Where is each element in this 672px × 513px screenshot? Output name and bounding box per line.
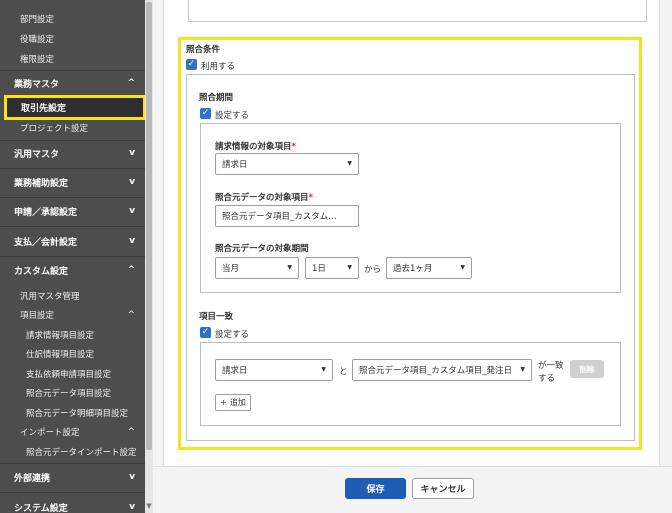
sidebar-item-source-data-import[interactable]: 照合元データインポート設定 (0, 444, 145, 460)
top-field-box (188, 0, 647, 22)
source-field-label: 照合元データの対象項目* (215, 193, 313, 203)
from-text: から (364, 265, 382, 275)
divider (0, 226, 145, 227)
divider (0, 140, 145, 141)
sidebar-item-source-data-fields[interactable]: 照合元データ項目設定 (0, 385, 145, 401)
divider (0, 256, 145, 257)
dropdown-arrow-icon: ▼ (460, 264, 465, 271)
sidebar-section-application-approval[interactable]: 申請／承認設定 v (0, 201, 145, 221)
period-month-select[interactable]: 当月 ▼ (215, 257, 299, 279)
sidebar: 部門設定 役職設定 権限設定 業務マスタ ^ プロジェクト設定 汎用マスタ v … (0, 0, 145, 513)
period-range-select[interactable]: 過去1ヶ月 ▼ (386, 257, 472, 279)
plus-icon: + (220, 398, 227, 407)
sidebar-item-client-settings[interactable]: 取引先設定 (4, 95, 146, 120)
scroll-down-arrow-icon[interactable]: ▼ (145, 502, 153, 510)
item-match-left-select[interactable]: 請求日 ▼ (215, 359, 333, 381)
source-field-select[interactable]: 照合元データ項目_カスタム… (215, 205, 359, 227)
chevron-up-icon: ^ (127, 427, 135, 437)
sidebar-item-source-data-detail-fields[interactable]: 照合元データ明細項目設定 (0, 405, 145, 421)
and-text: と (339, 367, 348, 377)
item-match-right-select[interactable]: 照合元データ項目_カスタム項目_発注日 ▼ (352, 359, 532, 381)
sidebar-item-journal-fields[interactable]: 仕訳情報項目設定 (0, 346, 145, 362)
chevron-down-icon: v (129, 472, 135, 482)
item-match-setting-label: 設定する (215, 330, 250, 340)
source-period-label: 照合元データの対象期間 (215, 244, 309, 254)
invoice-field-select[interactable]: 請求日 ▼ (215, 153, 359, 175)
matching-conditions-title: 照合条件 (186, 45, 221, 55)
match-text-line2: する (538, 374, 556, 384)
chevron-up-icon: ^ (127, 78, 135, 88)
divider (0, 197, 145, 198)
footer-divider (153, 466, 672, 467)
dropdown-arrow-icon: ▼ (287, 264, 292, 271)
chevron-down-icon: v (129, 177, 135, 187)
sidebar-item-import-settings[interactable]: インポート設定 ^ (0, 424, 145, 440)
chevron-up-icon: ^ (127, 310, 135, 320)
sidebar-item-department[interactable]: 部門設定 (0, 11, 145, 27)
chevron-down-icon: v (129, 236, 135, 246)
sidebar-item-permission[interactable]: 権限設定 (0, 51, 145, 67)
chevron-down-icon: v (129, 148, 135, 158)
sidebar-section-payment-accounting[interactable]: 支払／会計設定 v (0, 231, 145, 251)
item-match-title: 項目一致 (199, 312, 234, 322)
cancel-button[interactable]: キャンセル (412, 478, 474, 499)
use-matching-checkbox[interactable]: ✓ (186, 59, 197, 70)
dropdown-arrow-icon: ▼ (347, 160, 352, 167)
sidebar-item-payment-request-fields[interactable]: 支払依頼申請項目設定 (0, 366, 145, 382)
match-text-line1: が一致 (538, 361, 564, 371)
save-button[interactable]: 保存 (345, 478, 406, 499)
period-setting-checkbox[interactable]: ✓ (200, 108, 211, 119)
required-mark: * (308, 193, 313, 203)
sidebar-section-business-master[interactable]: 業務マスタ ^ (0, 74, 145, 92)
chevron-up-icon: ^ (127, 265, 135, 275)
scroll-thumb[interactable] (146, 2, 152, 450)
sidebar-item-position[interactable]: 役職設定 (0, 31, 145, 47)
invoice-field-label: 請求情報の対象項目* (215, 142, 296, 152)
chevron-down-icon: v (129, 502, 135, 512)
sidebar-item-invoice-fields[interactable]: 請求情報項目設定 (0, 327, 145, 343)
matching-period-title: 照合期間 (199, 93, 234, 103)
sidebar-section-external[interactable]: 外部連携 v (0, 467, 145, 487)
dropdown-arrow-icon: ▼ (520, 366, 525, 373)
divider (0, 70, 145, 71)
chevron-down-icon: v (129, 206, 135, 216)
sidebar-section-business-support[interactable]: 業務補助設定 v (0, 172, 145, 192)
sidebar-item-project[interactable]: プロジェクト設定 (0, 120, 145, 136)
divider (0, 492, 145, 493)
sidebar-item-item-settings[interactable]: 項目設定 ^ (0, 307, 145, 323)
sidebar-section-custom[interactable]: カスタム設定 ^ (0, 260, 145, 280)
sidebar-scrollbar[interactable]: ▼ (145, 0, 153, 513)
delete-button[interactable]: 削除 (570, 360, 604, 378)
item-match-panel (200, 342, 621, 426)
use-matching-label: 利用する (201, 62, 236, 72)
divider (0, 463, 145, 464)
sidebar-section-general-master[interactable]: 汎用マスタ v (0, 143, 145, 163)
add-button[interactable]: + 追加 (215, 394, 251, 411)
required-mark: * (291, 142, 296, 152)
period-setting-label: 設定する (215, 111, 250, 121)
divider (0, 168, 145, 169)
period-day-select[interactable]: 1日 ▼ (305, 257, 359, 279)
sidebar-item-general-master-manage[interactable]: 汎用マスタ管理 (0, 288, 145, 304)
dropdown-arrow-icon: ▼ (347, 264, 352, 271)
sidebar-section-system[interactable]: システム設定 v (0, 497, 145, 513)
dropdown-arrow-icon: ▼ (321, 366, 326, 373)
item-match-setting-checkbox[interactable]: ✓ (200, 327, 211, 338)
